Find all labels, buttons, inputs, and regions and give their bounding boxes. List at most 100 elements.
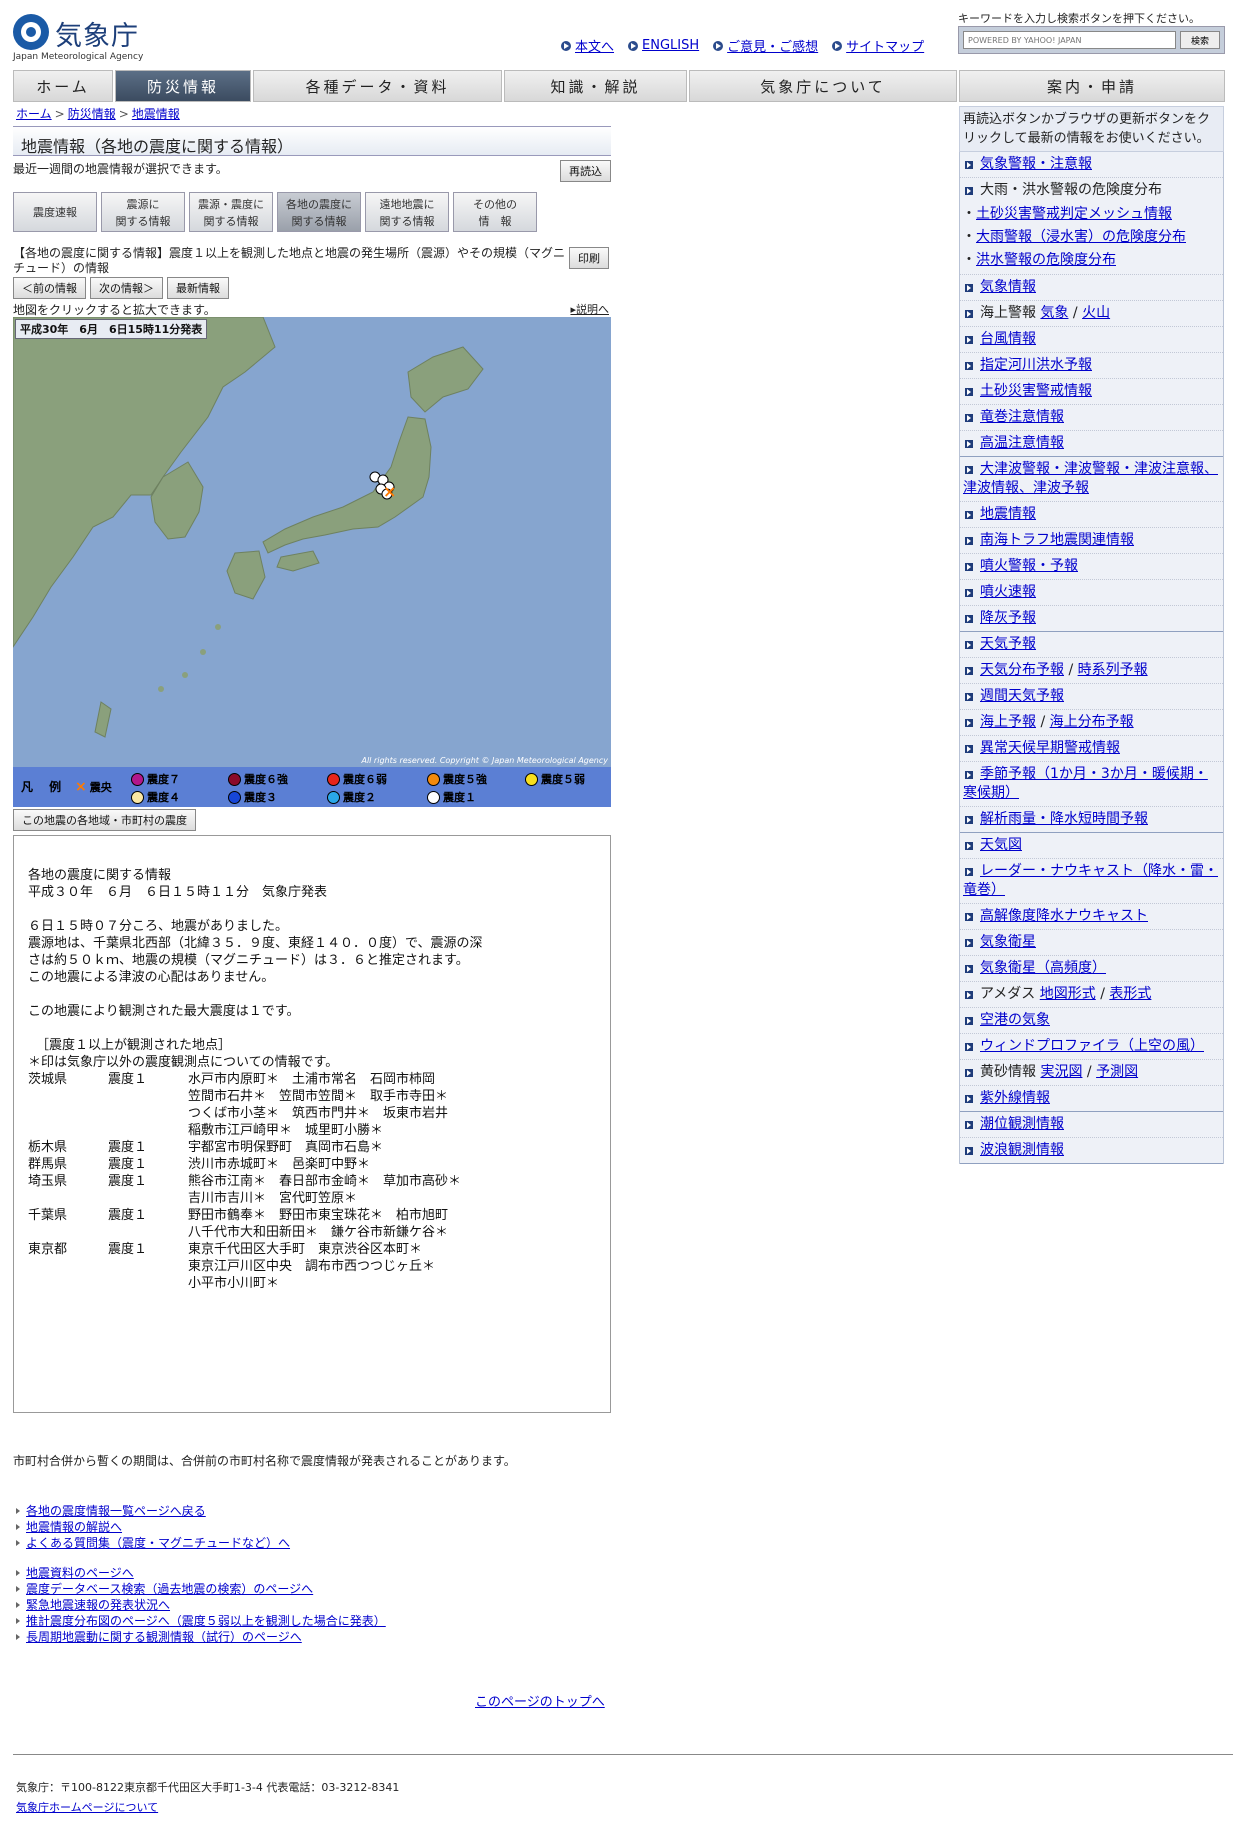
arrow-circle-icon xyxy=(832,40,843,51)
tab-epicenter-intensity[interactable]: 震源・震度に 関する情報 xyxy=(189,192,273,232)
link-quake-explanation[interactable]: 地震情報の解説へ xyxy=(16,1519,386,1535)
arrow-square-icon xyxy=(965,1121,973,1129)
row-intensity: 震度１ xyxy=(108,1072,148,1087)
sidebar-reload-note: 再読込ボタンかブラウザの更新ボタンをクリックして最新の情報をお使いください。 xyxy=(959,106,1224,152)
nav-about[interactable]: 気象庁について xyxy=(689,70,957,102)
sidebar-item-tsunami[interactable]: 大津波警報・津波警報・津波注意報、津波情報、津波予報 xyxy=(960,457,1223,502)
sidebar-subitem-flood[interactable]: 洪水警報の危険度分布 xyxy=(960,249,1223,275)
intensity-dot-icon xyxy=(228,772,241,786)
sidebar-item-typhoon[interactable]: 台風情報 xyxy=(960,327,1223,353)
arrow-square-icon xyxy=(965,1095,973,1103)
legend-item: 震度７ xyxy=(131,771,180,787)
sidebar-item-tide[interactable]: 潮位観測情報 xyxy=(960,1112,1223,1138)
sidebar-item-landslide[interactable]: 土砂災害警戒情報 xyxy=(960,379,1223,405)
link-estimated-intensity[interactable]: 推計震度分布図のページへ（震度５弱以上を観測した場合に発表） xyxy=(16,1613,386,1629)
link-feedback[interactable]: ご意見・ご感想 xyxy=(713,36,818,55)
link-intensity-list[interactable]: 各地の震度情報一覧ページへ戻る xyxy=(16,1503,386,1519)
search-input[interactable] xyxy=(963,31,1176,49)
link-sitemap[interactable]: サイトマップ xyxy=(832,36,924,55)
amedas-map-link[interactable]: 地図形式 xyxy=(1040,986,1096,1002)
tab-local-intensity[interactable]: 各地の震度に 関する情報 xyxy=(277,192,361,232)
timeseries-link[interactable]: 時系列予報 xyxy=(1078,662,1148,678)
nav-disaster-info[interactable]: 防災情報 xyxy=(115,70,251,102)
reload-button[interactable]: 再読込 xyxy=(560,160,611,182)
sidebar-item-volcano-warning[interactable]: 噴火警報・予報 xyxy=(960,554,1223,580)
breadcrumb: ホーム > 防災情報 > 地震情報 xyxy=(16,105,180,122)
breadcrumb-earthquake[interactable]: 地震情報 xyxy=(132,107,180,121)
sidebar-item-heat[interactable]: 高温注意情報 xyxy=(960,431,1223,457)
tab-distant-earthquake[interactable]: 遠地地震に 関する情報 xyxy=(365,192,449,232)
sea-dist-link[interactable]: 海上分布予報 xyxy=(1050,714,1134,730)
next-info-button[interactable]: 次の情報＞ xyxy=(90,277,163,299)
sea-forecast-link[interactable]: 海上予報 xyxy=(980,714,1036,730)
row-places: 熊谷市江南＊ 春日部市金崎＊ 草加市高砂＊ xyxy=(188,1174,462,1189)
nav-data[interactable]: 各種データ・資料 xyxy=(253,70,502,102)
tab-epicenter[interactable]: 震源に 関する情報 xyxy=(101,192,185,232)
triangle-right-icon xyxy=(16,1570,20,1576)
sidebar-item-satellite-hf[interactable]: 気象衛星（高頻度） xyxy=(960,956,1223,982)
sidebar-item-river-flood[interactable]: 指定河川洪水予報 xyxy=(960,353,1223,379)
sidebar-item-weather-chart[interactable]: 天気図 xyxy=(960,833,1223,859)
dust-actual-link[interactable]: 実況図 xyxy=(1040,1064,1082,1080)
dust-forecast-link[interactable]: 予測図 xyxy=(1096,1064,1138,1080)
sidebar-item-radar[interactable]: レーダー・ナウキャスト（降水・雷・竜巻） xyxy=(960,859,1223,904)
prev-info-button[interactable]: ＜前の情報 xyxy=(13,277,86,299)
sidebar-item-hires-nowcast[interactable]: 高解像度降水ナウキャスト xyxy=(960,904,1223,930)
sidebar-item-forecast[interactable]: 天気予報 xyxy=(960,632,1223,658)
sidebar-item-wind-profiler[interactable]: ウィンドプロファイラ（上空の風） xyxy=(960,1034,1223,1060)
link-eew-status[interactable]: 緊急地震速報の発表状況へ xyxy=(16,1597,386,1613)
earthquake-map[interactable]: × 平成30年 6月 6日15時11分発表 All rights reserve… xyxy=(13,317,611,807)
nav-home[interactable]: ホーム xyxy=(13,70,113,102)
sidebar-item-earthquake[interactable]: 地震情報 xyxy=(960,502,1223,528)
report-body: さは約５０ｋｍ、地震の規模（マグニチュード）は３．６と推定されます。 xyxy=(28,953,469,968)
link-long-period[interactable]: 長周期地震動に関する観測情報（試行）のページへ xyxy=(16,1629,386,1645)
tab-intensity-flash[interactable]: 震度速報 xyxy=(13,192,97,232)
sidebar-item-rain-analysis[interactable]: 解析雨量・降水短時間予報 xyxy=(960,807,1223,833)
jma-logo[interactable]: 気象庁 Japan Meteorological Agency xyxy=(13,12,153,62)
marine-volcano-link[interactable]: 火山 xyxy=(1082,305,1110,321)
sidebar-item-wave[interactable]: 波浪観測情報 xyxy=(960,1138,1223,1164)
forecast-dist-link[interactable]: 天気分布予報 xyxy=(980,662,1064,678)
sidebar-item-uv[interactable]: 紫外線情報 xyxy=(960,1086,1223,1112)
sidebar-item-tornado[interactable]: 竜巻注意情報 xyxy=(960,405,1223,431)
arrow-circle-icon xyxy=(713,40,724,51)
print-button[interactable]: 印刷 xyxy=(569,247,609,269)
sidebar-item-nankai[interactable]: 南海トラフ地震関連情報 xyxy=(960,528,1223,554)
sidebar-item-volcano-flash[interactable]: 噴火速報 xyxy=(960,580,1223,606)
sidebar-item-weather-info[interactable]: 気象情報 xyxy=(960,275,1223,301)
map-legend: 凡 例 × 震央 震度７ 震度６強 震度６弱 震度５強 震度５弱 震度４ 震度３ … xyxy=(13,767,611,807)
sidebar-item-airport[interactable]: 空港の気象 xyxy=(960,1008,1223,1034)
arrow-square-icon xyxy=(965,868,973,876)
sidebar-item-warnings[interactable]: 気象警報・注意報 xyxy=(960,152,1223,178)
amedas-table-link[interactable]: 表形式 xyxy=(1109,986,1151,1002)
tab-other-info[interactable]: その他の情 報 xyxy=(453,192,537,232)
explain-link[interactable]: ▸説明へ xyxy=(570,301,609,317)
link-main-content[interactable]: 本文へ xyxy=(561,36,614,55)
region-intensity-button[interactable]: この地震の各地域・市町村の震度 xyxy=(13,809,196,831)
breadcrumb-disaster[interactable]: 防災情報 xyxy=(68,107,116,121)
nav-application[interactable]: 案内・申請 xyxy=(959,70,1225,102)
arrow-circle-icon xyxy=(561,40,571,51)
link-intensity-db[interactable]: 震度データベース検索（過去地震の検索）のページへ xyxy=(16,1581,386,1597)
footer-about-link[interactable]: 気象庁ホームページについて xyxy=(16,1801,158,1814)
row-prefecture xyxy=(28,1105,108,1122)
breadcrumb-home[interactable]: ホーム xyxy=(16,107,52,121)
latest-info-button[interactable]: 最新情報 xyxy=(167,277,229,299)
marine-weather-link[interactable]: 気象 xyxy=(1040,305,1068,321)
sidebar-item-early-warning[interactable]: 異常天候早期警戒情報 xyxy=(960,736,1223,762)
sidebar-subitem-landslide-mesh[interactable]: 土砂災害警戒判定メッシュ情報 xyxy=(960,203,1223,226)
sidebar-item-satellite[interactable]: 気象衛星 xyxy=(960,930,1223,956)
nav-knowledge[interactable]: 知識・解説 xyxy=(504,70,687,102)
page-top-link[interactable]: このページのトップへ xyxy=(475,1691,605,1710)
search-button[interactable]: 検索 xyxy=(1180,31,1220,49)
triangle-right-icon xyxy=(16,1508,20,1514)
sidebar-subitem-inundation[interactable]: 大雨警報（浸水害）の危険度分布 xyxy=(960,226,1223,249)
sidebar-item-weekly[interactable]: 週間天気予報 xyxy=(960,684,1223,710)
link-quake-data[interactable]: 地震資料のページへ xyxy=(16,1565,386,1581)
row-places: 宇都宮市明保野町 真岡市石島＊ xyxy=(188,1140,384,1155)
sidebar-item-ashfall[interactable]: 降灰予報 xyxy=(960,606,1223,632)
arrow-square-icon xyxy=(965,187,973,195)
link-faq[interactable]: よくある質問集（震度・マグニチュードなど）へ xyxy=(16,1535,386,1551)
link-english[interactable]: ENGLISH xyxy=(628,36,699,55)
sidebar-item-seasonal[interactable]: 季節予報（1か月・3か月・暖候期・寒候期） xyxy=(960,762,1223,807)
